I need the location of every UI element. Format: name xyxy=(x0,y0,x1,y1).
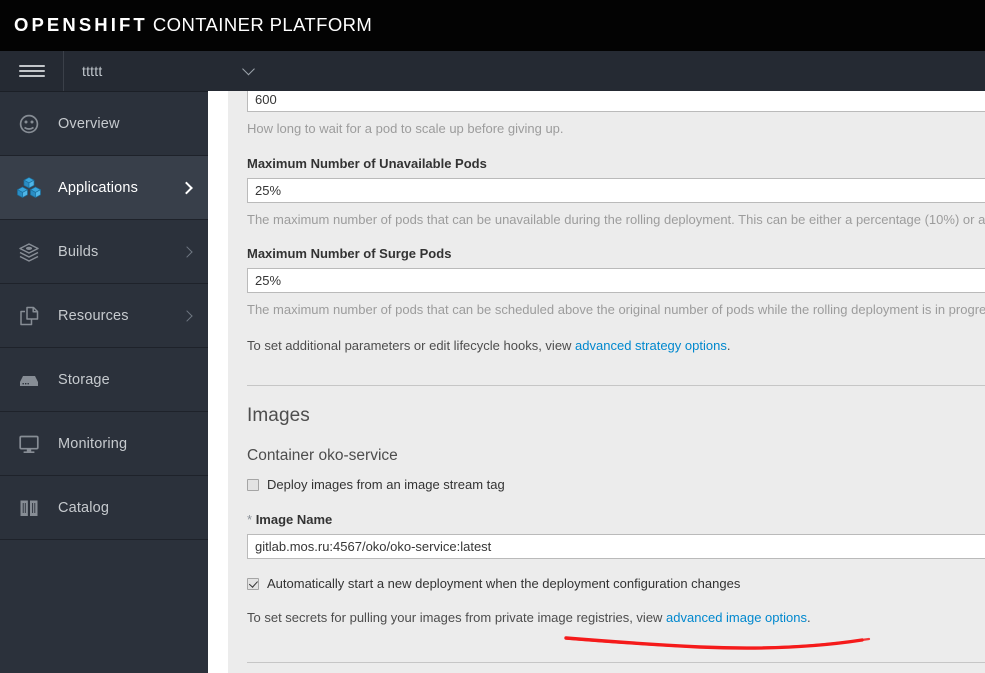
sidebar-item-label: Monitoring xyxy=(58,435,128,452)
deployment-config-form: How long to wait for a pod to scale up b… xyxy=(228,91,985,673)
sidebar-item-catalog[interactable]: Catalog xyxy=(0,476,208,540)
image-name-label: * Image Name xyxy=(247,511,333,527)
chevron-right-icon xyxy=(180,181,193,194)
sidebar-item-label: Overview xyxy=(58,115,120,132)
max-unavailable-input[interactable] xyxy=(247,178,985,204)
chevron-right-icon xyxy=(181,309,193,322)
section-divider xyxy=(247,384,985,386)
files-icon xyxy=(0,305,58,327)
sidebar-item-label: Applications xyxy=(58,179,138,196)
max-surge-input[interactable] xyxy=(247,268,985,294)
max-surge-label: Maximum Number of Surge Pods xyxy=(247,245,452,261)
max-unavailable-field-group: Maximum Number of Unavailable Pods The m… xyxy=(228,156,985,228)
strategy-note-suffix: . xyxy=(726,337,731,353)
container-heading: Container oko-service xyxy=(247,446,398,464)
max-surge-field-group: Maximum Number of Surge Pods The maximum… xyxy=(228,246,985,318)
project-name-label: ttttt xyxy=(82,63,103,79)
brand-light: CONTAINER PLATFORM xyxy=(152,14,373,36)
sidebar-item-resources[interactable]: Resources xyxy=(0,284,208,348)
section-divider-bottom xyxy=(247,662,985,664)
sidebar-item-label: Storage xyxy=(58,371,110,388)
storage-icon xyxy=(0,371,58,389)
sidebar-item-label: Catalog xyxy=(58,499,110,516)
auto-deploy-row: Automatically start a new deployment whe… xyxy=(247,576,985,592)
auto-deploy-checkbox[interactable] xyxy=(247,578,259,591)
project-selector[interactable]: ttttt xyxy=(64,51,279,91)
timeout-help-text: How long to wait for a pod to scale up b… xyxy=(247,121,564,136)
sidebar-item-label: Builds xyxy=(58,243,99,260)
primary-sidebar: Overview Applications Builds Resources S… xyxy=(0,91,208,673)
deploy-from-stream-label: Deploy images from an image stream tag xyxy=(267,476,505,492)
sidebar-item-builds[interactable]: Builds xyxy=(0,220,208,284)
secondary-navbar: ttttt xyxy=(0,51,985,91)
dashboard-icon xyxy=(0,113,58,135)
sidebar-item-applications[interactable]: Applications xyxy=(0,156,208,220)
timeout-input[interactable] xyxy=(247,91,985,112)
image-name-field-group: * Image Name xyxy=(247,512,985,560)
layers-icon xyxy=(0,241,58,263)
book-icon xyxy=(0,497,58,519)
cubes-icon xyxy=(0,176,58,200)
timeout-field-group: How long to wait for a pod to scale up b… xyxy=(228,91,985,137)
chevron-right-icon xyxy=(181,245,193,258)
sidebar-item-storage[interactable]: Storage xyxy=(0,348,208,412)
main-content: How long to wait for a pod to scale up b… xyxy=(209,91,985,673)
image-name-input[interactable] xyxy=(247,534,985,560)
sidebar-item-overview[interactable]: Overview xyxy=(0,92,208,156)
max-surge-help-text: The maximum number of pods that can be s… xyxy=(247,302,985,318)
openshift-console: OPENSHIFT CONTAINER PLATFORM ttttt Overv… xyxy=(0,0,985,673)
sidebar-item-label: Resources xyxy=(58,307,129,324)
monitor-icon xyxy=(0,433,58,455)
sidebar-item-monitoring[interactable]: Monitoring xyxy=(0,412,208,476)
deploy-from-stream-checkbox[interactable] xyxy=(247,478,259,491)
secrets-note: To set secrets for pulling your images f… xyxy=(247,610,985,626)
chevron-down-icon xyxy=(242,62,255,76)
strategy-note-prefix: To set additional parameters or edit lif… xyxy=(247,337,576,353)
auto-deploy-label: Automatically start a new deployment whe… xyxy=(267,576,741,592)
brand-strong: OPENSHIFT xyxy=(14,14,148,36)
advanced-image-options-link[interactable]: advanced image options xyxy=(666,610,807,625)
masthead: OPENSHIFT CONTAINER PLATFORM xyxy=(0,0,985,51)
secrets-note-suffix: . xyxy=(806,609,811,625)
product-logo: OPENSHIFT CONTAINER PLATFORM xyxy=(0,16,372,35)
max-unavailable-label: Maximum Number of Unavailable Pods xyxy=(247,155,487,171)
strategy-note: To set additional parameters or edit lif… xyxy=(228,338,985,354)
deploy-from-stream-row: Deploy images from an image stream tag xyxy=(247,477,985,493)
max-unavailable-help-text: The maximum number of pods that can be u… xyxy=(247,212,985,228)
hamburger-icon[interactable] xyxy=(0,51,64,91)
secrets-note-prefix: To set secrets for pulling your images f… xyxy=(247,609,667,625)
advanced-strategy-options-link[interactable]: advanced strategy options xyxy=(575,338,727,353)
images-section: Images Container oko-service Deploy imag… xyxy=(228,405,985,626)
required-marker: * xyxy=(247,511,253,527)
images-heading: Images xyxy=(247,404,310,426)
